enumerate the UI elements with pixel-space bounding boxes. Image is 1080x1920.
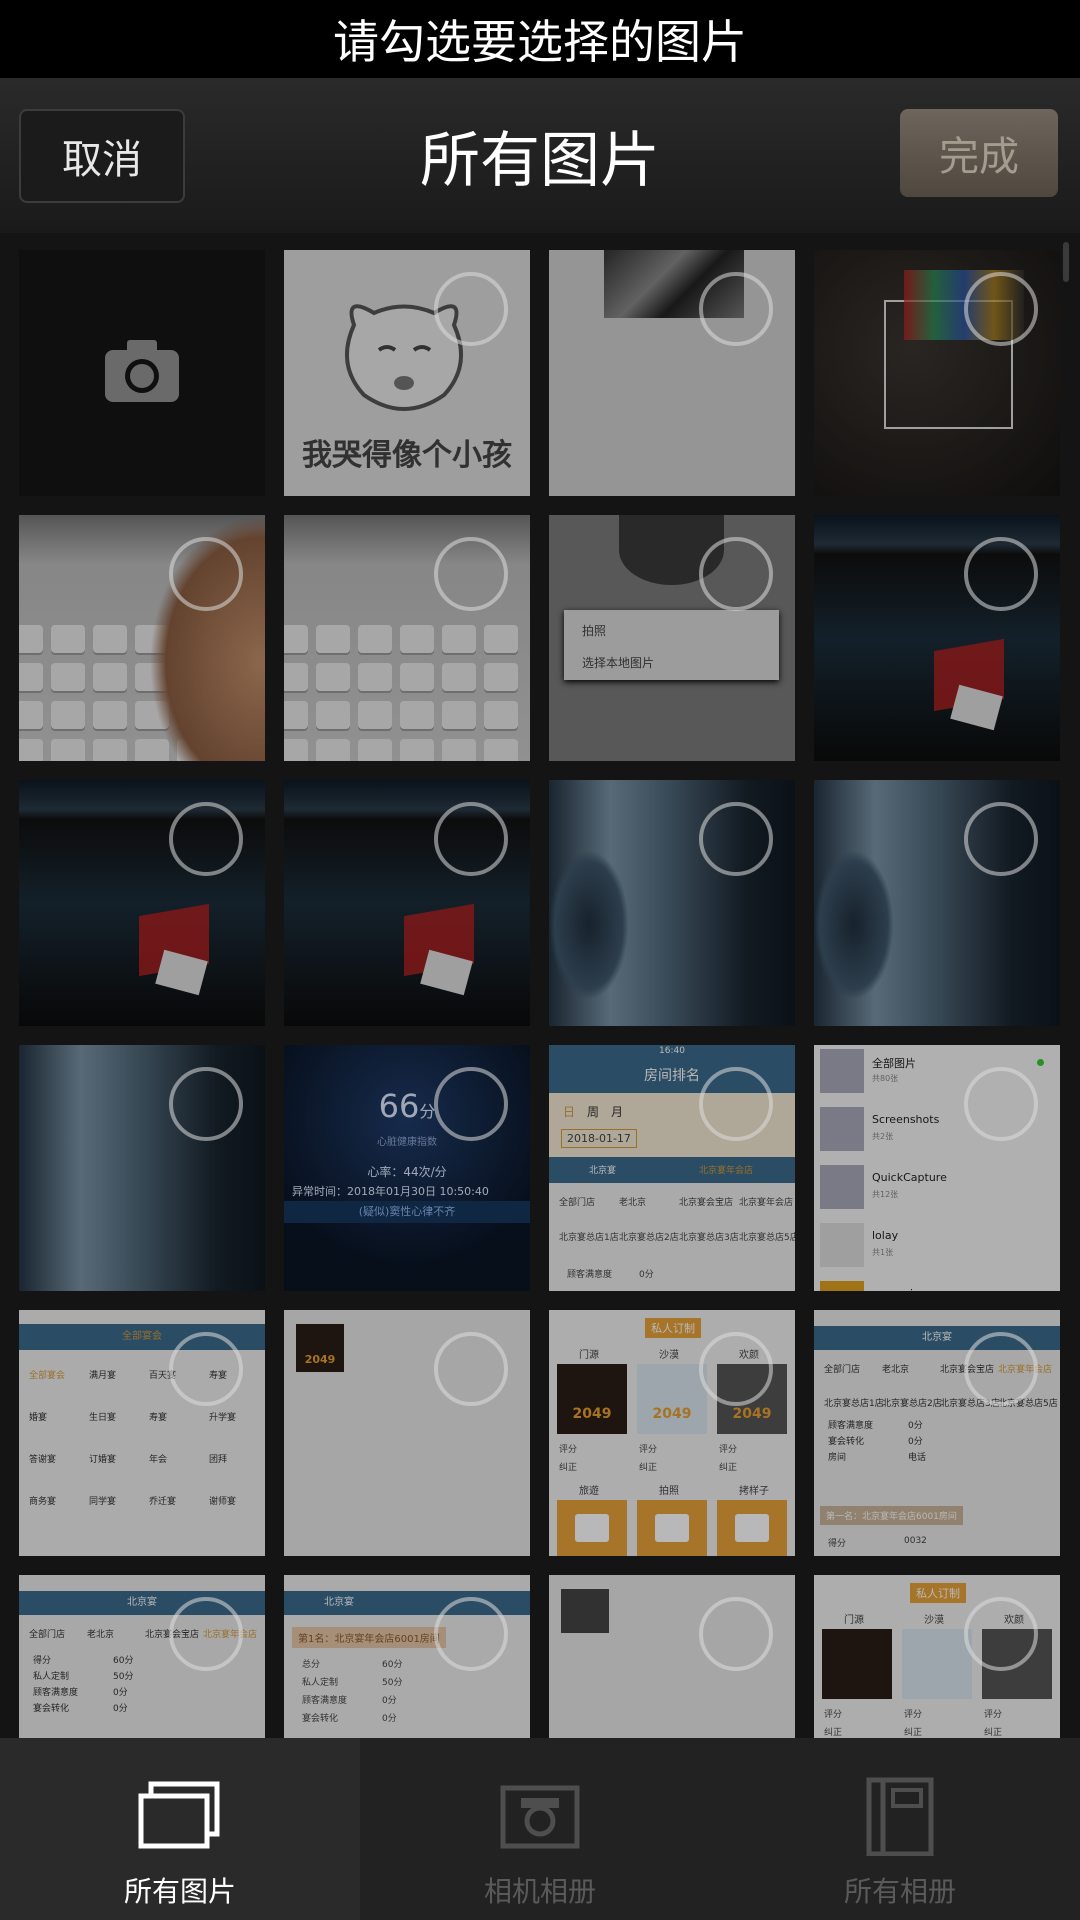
select-circle[interactable] [169,537,243,611]
selection-hint: 请勾选要选择的图片 [0,0,1080,78]
photo-tile[interactable]: 我哭得像个小孩 [284,250,530,496]
select-circle[interactable] [434,1332,508,1406]
photo-tile[interactable] [549,1575,795,1738]
photo-tile[interactable]: 2049 [284,1310,530,1556]
photo-tile[interactable] [814,250,1060,496]
tab-all-albums[interactable]: 所有相册 [720,1738,1080,1920]
photo-tile[interactable] [19,515,265,761]
tab-label: 所有图片 [123,1875,236,1908]
all-albums-icon [866,1777,934,1856]
photo-tile[interactable] [549,250,795,496]
photo-tile[interactable] [19,780,265,1026]
photo-tile[interactable] [814,780,1060,1026]
select-circle[interactable] [964,1597,1038,1671]
select-circle[interactable] [964,802,1038,876]
select-circle[interactable] [699,272,773,346]
photo-tile[interactable]: 拍照 选择本地图片 [549,515,795,761]
photo-tile[interactable]: 北京宴 第1名：北京宴年会店6001房间 总分 60分 私人定制 50分 顾客满意度 0分 宴会… [284,1575,530,1738]
photo-tile[interactable]: 全部图片 共80张 Screenshots 共2张 QuickCapture 共12张 lo… [814,1045,1060,1291]
select-circle[interactable] [169,1067,243,1141]
tab-label: 所有相册 [843,1875,956,1908]
select-circle[interactable] [169,1597,243,1671]
select-circle[interactable] [434,1067,508,1141]
photo-tile[interactable] [284,780,530,1026]
photo-tile[interactable]: 全部宴会 全部宴会 满月宴 百天宴 寿宴 婚宴 生日宴 寿宴 升学宴 答谢宴 订婚宴 年会 团拜 商务宴同… [19,1310,265,1556]
all-photos-icon [138,1781,220,1849]
cancel-button[interactable]: 取消 [19,109,185,203]
select-circle[interactable] [699,1067,773,1141]
camera-capture-tile[interactable] [19,250,265,496]
select-circle[interactable] [434,802,508,876]
select-circle[interactable] [434,537,508,611]
select-circle[interactable] [964,272,1038,346]
photo-tile[interactable] [549,780,795,1026]
select-circle[interactable] [699,1597,773,1671]
select-circle[interactable] [964,1067,1038,1141]
camera-icon [105,340,179,402]
bottom-tab-bar: 所有图片 相机相册 所有相册 [0,1738,1080,1920]
camera-album-icon [500,1785,580,1849]
tab-camera-album[interactable]: 相机相册 [360,1738,720,1920]
select-circle[interactable] [434,1597,508,1671]
page-title: 所有图片 [420,126,660,196]
select-circle[interactable] [964,1332,1038,1406]
select-circle[interactable] [434,272,508,346]
select-circle[interactable] [699,537,773,611]
photo-grid: 我哭得像个小孩 拍照 选择本地图片 66分 心脏健康指数 心率：44次/分 异常时间：201… [19,250,1061,1738]
photo-tile[interactable] [814,515,1060,761]
select-circle[interactable] [699,1332,773,1406]
photo-tile[interactable]: 66分 心脏健康指数 心率：44次/分 异常时间：2018年01月30日 10:50:… [284,1045,530,1291]
tab-all-photos[interactable]: 所有图片 [0,1738,360,1920]
photo-tile[interactable] [19,1045,265,1291]
scrollbar[interactable] [1063,242,1069,282]
select-circle[interactable] [964,537,1038,611]
tab-label: 相机相册 [483,1875,596,1908]
top-bar: 取消 所有图片 完成 [0,78,1080,233]
photo-tile[interactable]: 16:40 房间排名日周月 2018-01-17 北京宴 北京宴年会店 全部门店 老北京 北京… [549,1045,795,1291]
photo-tile[interactable]: 北京宴 全部门店 老北京 北京宴会宝店 北京宴年会店 得分 60分 私人定制 50分 顾客满意度 0… [19,1575,265,1738]
photo-tile[interactable]: 私人订制 门源 2049 评分 纠正 沙漠 2049 评分 纠正 欢颜 2049 评分 纠正 旅遊 拍照 拷样… [549,1310,795,1556]
photo-tile[interactable]: 私人订制 门源 评分 纠正 沙漠 评分 纠正 欢颜 评分 纠正 [814,1575,1060,1738]
select-circle[interactable] [699,802,773,876]
photo-tile[interactable] [284,515,530,761]
select-circle[interactable] [169,802,243,876]
select-circle[interactable] [169,1332,243,1406]
photo-tile[interactable]: 北京宴 全部门店 老北京 北京宴会宝店 北京宴年会店 北京宴总店1店 北京宴总店2店 北京宴总… [814,1310,1060,1556]
done-button[interactable]: 完成 [900,109,1058,197]
